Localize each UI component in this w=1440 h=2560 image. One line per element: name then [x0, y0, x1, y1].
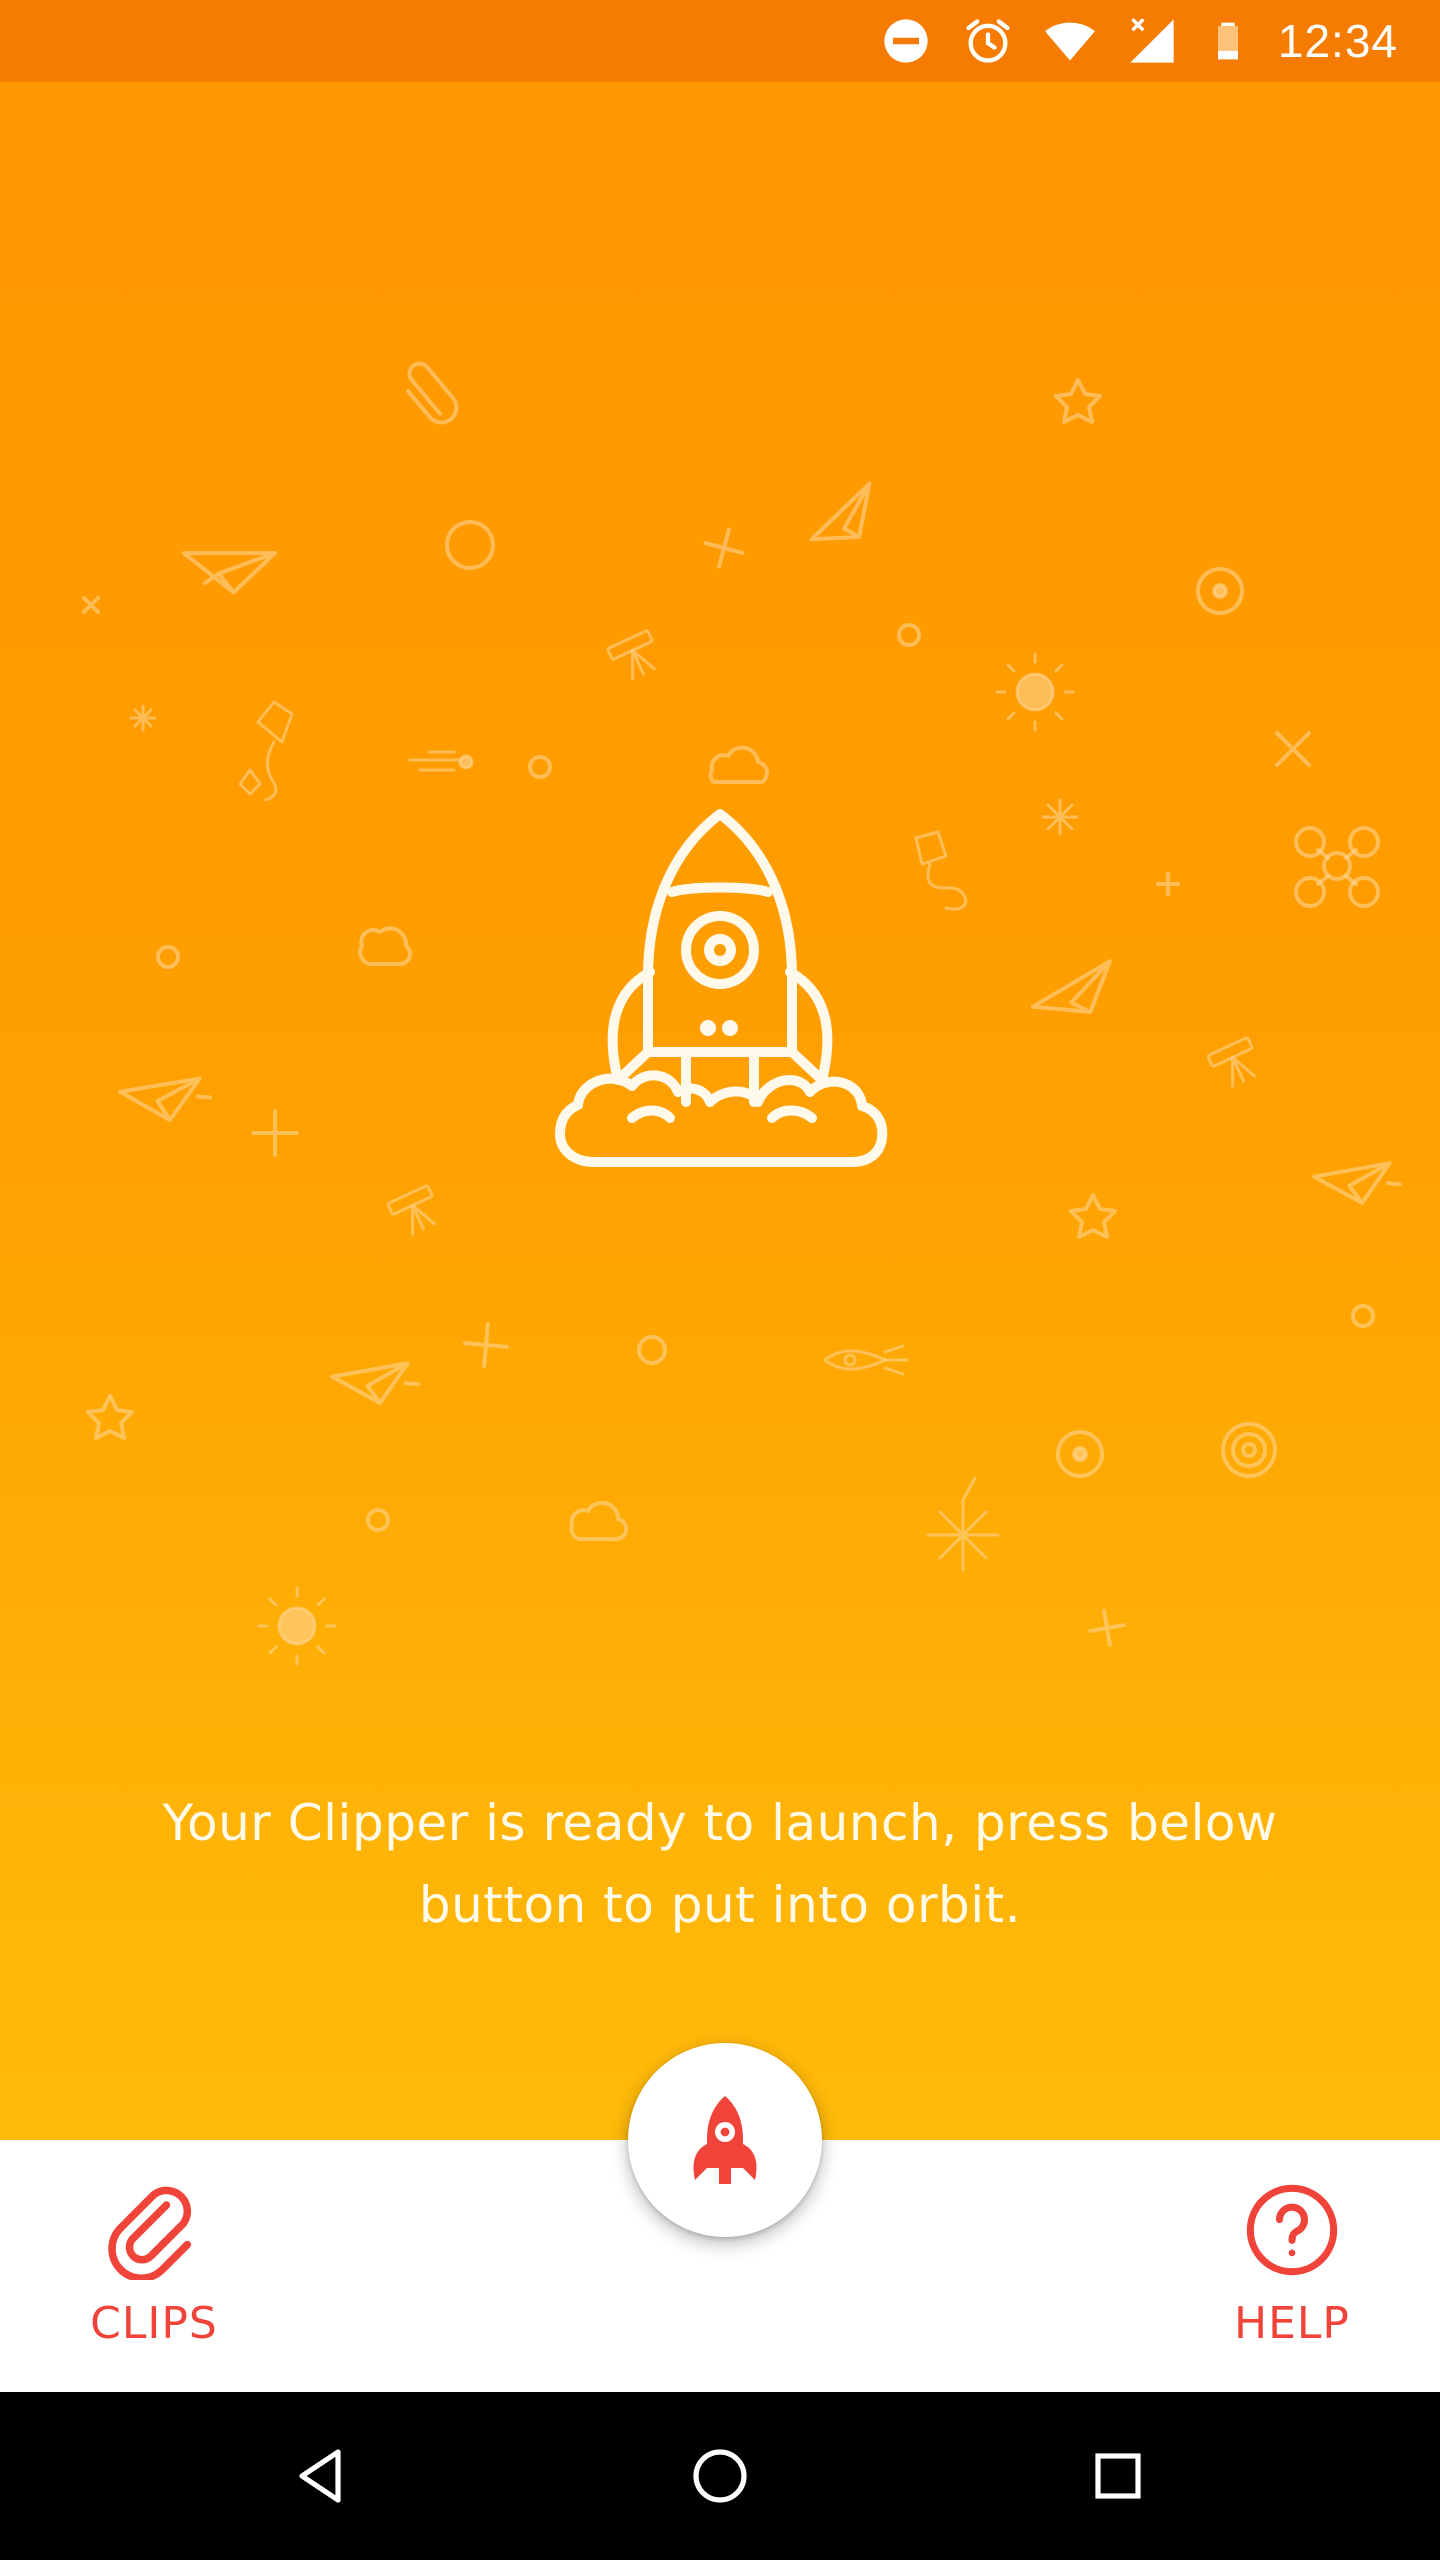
drone-doodle-icon [1294, 826, 1380, 908]
rocket-launch-icon [555, 809, 888, 1167]
cross-doodle-icon [1275, 731, 1311, 767]
launch-screen: Your Clipper is ready to launch, press b… [0, 82, 1440, 2140]
plus-doodle-icon [703, 527, 745, 569]
star-doodle-icon [86, 1394, 134, 1440]
screen: 12:34 Your Clipper is ready to launch, p… [0, 0, 1440, 2560]
circle-doodle-icon [637, 1335, 667, 1365]
paperclip-icon [108, 2186, 192, 2280]
paper-plane-doodle-icon [181, 550, 278, 595]
plus-doodle-icon [463, 1322, 509, 1368]
back-button[interactable] [272, 2426, 372, 2526]
battery-icon [1217, 22, 1238, 60]
plus-doodle-icon [1156, 872, 1180, 896]
small-rocket-doodle-icon [823, 1344, 909, 1376]
paper-plane-doodle-icon [330, 1361, 420, 1405]
system-navigation-bar [0, 2392, 1440, 2560]
cross-doodle-icon [82, 596, 100, 614]
circle-doodle-icon [528, 755, 552, 779]
kite-doodle-icon [238, 700, 294, 802]
kite-doodle-icon [914, 830, 968, 911]
telescope-doodle-icon [606, 629, 656, 681]
paper-plane-doodle-icon [118, 1076, 212, 1123]
help-icon [1246, 2184, 1338, 2276]
paperclip-doodle-icon [406, 361, 459, 425]
cell-signal-icon [1130, 18, 1174, 63]
sparkle-doodle-icon [129, 704, 157, 732]
cloud-doodle-icon [708, 745, 769, 784]
paper-plane-doodle-icon [1030, 959, 1112, 1015]
paper-plane-doodle-icon [1312, 1161, 1402, 1205]
help-tab[interactable]: HELP [1172, 2140, 1412, 2392]
recents-square-icon [1095, 2453, 1141, 2499]
cloud-doodle-icon [358, 926, 412, 966]
comet-doodle-icon [408, 750, 474, 772]
orbit-doodle-icon [1221, 1422, 1277, 1478]
telescope-doodle-icon [1206, 1036, 1256, 1088]
status-icons: 12:34 [880, 0, 1398, 82]
clips-label: CLIPS [90, 2298, 218, 2349]
recents-button[interactable] [1068, 2426, 1168, 2526]
sun-doodle-icon [257, 1586, 337, 1666]
circle-doodle-icon [156, 945, 180, 969]
circle-doodle-icon [1351, 1304, 1375, 1328]
circle-doodle-icon [445, 520, 495, 570]
target-doodle-icon [1056, 1430, 1104, 1478]
paper-plane-doodle-icon [809, 481, 872, 542]
do-not-disturb-icon [884, 19, 928, 63]
cloud-doodle-icon [569, 1500, 629, 1542]
launch-button[interactable] [628, 2043, 822, 2237]
telescope-doodle-icon [386, 1184, 436, 1236]
back-triangle-icon [299, 2449, 341, 2503]
rocket-icon [693, 2096, 757, 2184]
plus-doodle-icon [251, 1109, 299, 1157]
wifi-icon [1044, 22, 1095, 61]
star-doodle-icon [1069, 1193, 1117, 1239]
alarm-icon [966, 19, 1010, 63]
status-bar: 12:34 [0, 0, 1440, 82]
sun-doodle-icon [995, 652, 1075, 732]
launch-message: Your Clipper is ready to launch, press b… [162, 1794, 1278, 1934]
help-label: HELP [1234, 2298, 1350, 2349]
star-doodle-icon [1054, 378, 1102, 424]
clips-tab[interactable]: CLIPS [34, 2140, 274, 2392]
sparkle-doodle-icon [926, 1476, 1000, 1572]
circle-doodle-icon [366, 1508, 390, 1532]
status-time: 12:34 [1277, 15, 1398, 67]
home-circle-icon [693, 2449, 747, 2503]
home-button[interactable] [670, 2426, 770, 2526]
sparkle-doodle-icon [1041, 798, 1079, 836]
circle-doodle-icon [897, 623, 921, 647]
target-doodle-icon [1196, 567, 1244, 615]
plus-doodle-icon [1088, 1609, 1126, 1647]
